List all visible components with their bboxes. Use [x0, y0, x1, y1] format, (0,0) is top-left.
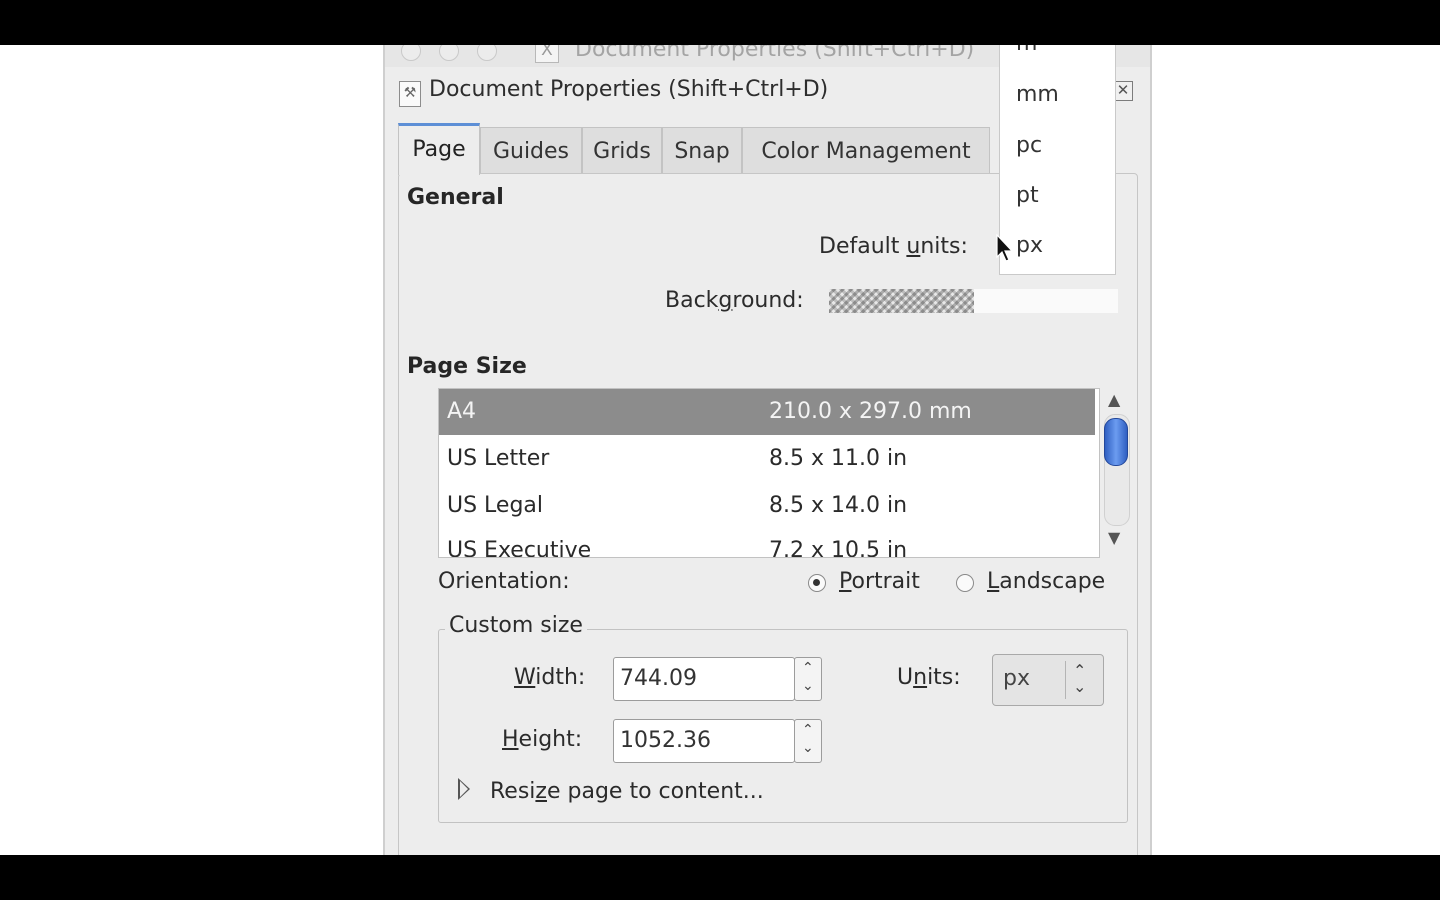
- width-label: Width:: [514, 665, 586, 690]
- page-size-name: US Legal: [447, 493, 544, 518]
- dropdown-option[interactable]: pc: [1016, 133, 1042, 158]
- updown-arrows-icon: ⌃ ⌄: [1073, 661, 1087, 696]
- default-units-label: Default units:: [819, 234, 968, 259]
- window-button-close-icon[interactable]: [401, 45, 421, 61]
- table-row[interactable]: A4 210.0 x 297.0 mm: [439, 389, 1095, 435]
- orientation-label: Orientation:: [438, 569, 570, 594]
- dock-title: Document Properties (Shift+Ctrl+D): [429, 77, 829, 102]
- scroll-down-icon[interactable]: ▼: [1108, 528, 1120, 547]
- page-size-name: US Executive: [447, 538, 592, 558]
- background-label: Background:: [665, 288, 804, 313]
- close-icon[interactable]: ✕: [1113, 81, 1133, 101]
- x-app-icon: X: [535, 45, 559, 63]
- window-button-maximize-icon[interactable]: [477, 45, 497, 61]
- general-section-title: General: [407, 185, 504, 210]
- page-size-dimensions: 8.5 x 14.0 in: [769, 493, 908, 518]
- arrow-cursor-icon: [996, 234, 1014, 262]
- page-size-dimensions: 7.2 x 10.5 in: [769, 538, 908, 558]
- landscape-label[interactable]: Landscape: [987, 569, 1105, 594]
- background-color-swatch[interactable]: [829, 289, 974, 313]
- units-separator: [1065, 661, 1066, 699]
- height-stepper[interactable]: ⌃ ⌄: [794, 719, 822, 763]
- chevron-down-icon[interactable]: ⌄: [802, 678, 814, 694]
- scroll-up-icon[interactable]: ▲: [1108, 390, 1120, 409]
- units-label: Units:: [897, 665, 961, 690]
- units-selected-value: px: [1003, 666, 1030, 691]
- table-row[interactable]: US Letter 8.5 x 11.0 in: [439, 436, 1095, 482]
- chevron-down-icon[interactable]: ⌄: [802, 740, 814, 756]
- tab-color-management[interactable]: Color Management: [742, 127, 990, 173]
- page-size-list[interactable]: A4 210.0 x 297.0 mm US Letter 8.5 x 11.0…: [438, 388, 1100, 558]
- dropdown-option[interactable]: pt: [1016, 183, 1039, 208]
- page-size-section-title: Page Size: [407, 354, 527, 379]
- page-size-dimensions: 8.5 x 11.0 in: [769, 446, 908, 471]
- page-size-name: US Letter: [447, 446, 550, 471]
- letterbox-bottom: [0, 855, 1440, 900]
- dropdown-option[interactable]: px: [1016, 233, 1043, 258]
- landscape-radio[interactable]: [956, 574, 974, 592]
- height-value[interactable]: 1052.36: [620, 720, 711, 762]
- scrollbar-thumb[interactable]: [1104, 418, 1128, 466]
- page-size-dimensions: 210.0 x 297.0 mm: [769, 399, 972, 424]
- resize-to-content-expander[interactable]: Resize page to content...: [490, 779, 764, 804]
- table-row[interactable]: US Executive 7.2 x 10.5 in: [439, 528, 1095, 558]
- document-properties-icon: ⚒: [399, 81, 421, 107]
- letterbox-top: [0, 0, 1440, 45]
- custom-size-label: Custom size: [445, 613, 587, 638]
- width-field[interactable]: 744.09: [613, 657, 795, 701]
- dropdown-option[interactable]: mm: [1016, 82, 1059, 107]
- chevron-up-icon[interactable]: ⌃: [802, 722, 814, 738]
- table-row[interactable]: US Legal 8.5 x 14.0 in: [439, 483, 1095, 529]
- window-button-minimize-icon[interactable]: [439, 45, 459, 61]
- tab-guides[interactable]: Guides: [480, 127, 582, 173]
- page-size-name: A4: [447, 399, 477, 424]
- units-select[interactable]: px ⌃ ⌄: [992, 654, 1104, 706]
- background-color-swatch-fill[interactable]: [974, 289, 1118, 313]
- portrait-radio[interactable]: [808, 574, 826, 592]
- width-value[interactable]: 744.09: [620, 658, 697, 700]
- default-units-dropdown[interactable]: m mm pc pt px: [999, 45, 1116, 275]
- width-stepper[interactable]: ⌃ ⌄: [794, 657, 822, 701]
- expander-arrow-icon[interactable]: [458, 778, 470, 800]
- chevron-up-icon[interactable]: ⌃: [802, 660, 814, 676]
- height-label: Height:: [502, 727, 583, 752]
- window-title: Document Properties (Shift+Ctrl+D): [575, 45, 975, 62]
- tab-snap[interactable]: Snap: [662, 127, 742, 173]
- tab-grids[interactable]: Grids: [582, 127, 662, 173]
- tab-page[interactable]: Page: [398, 123, 480, 175]
- portrait-label[interactable]: Portrait: [839, 569, 920, 594]
- dropdown-option[interactable]: m: [1016, 45, 1037, 56]
- height-field[interactable]: 1052.36: [613, 719, 795, 763]
- page-size-scrollbar[interactable]: ▲ ▼: [1100, 388, 1132, 556]
